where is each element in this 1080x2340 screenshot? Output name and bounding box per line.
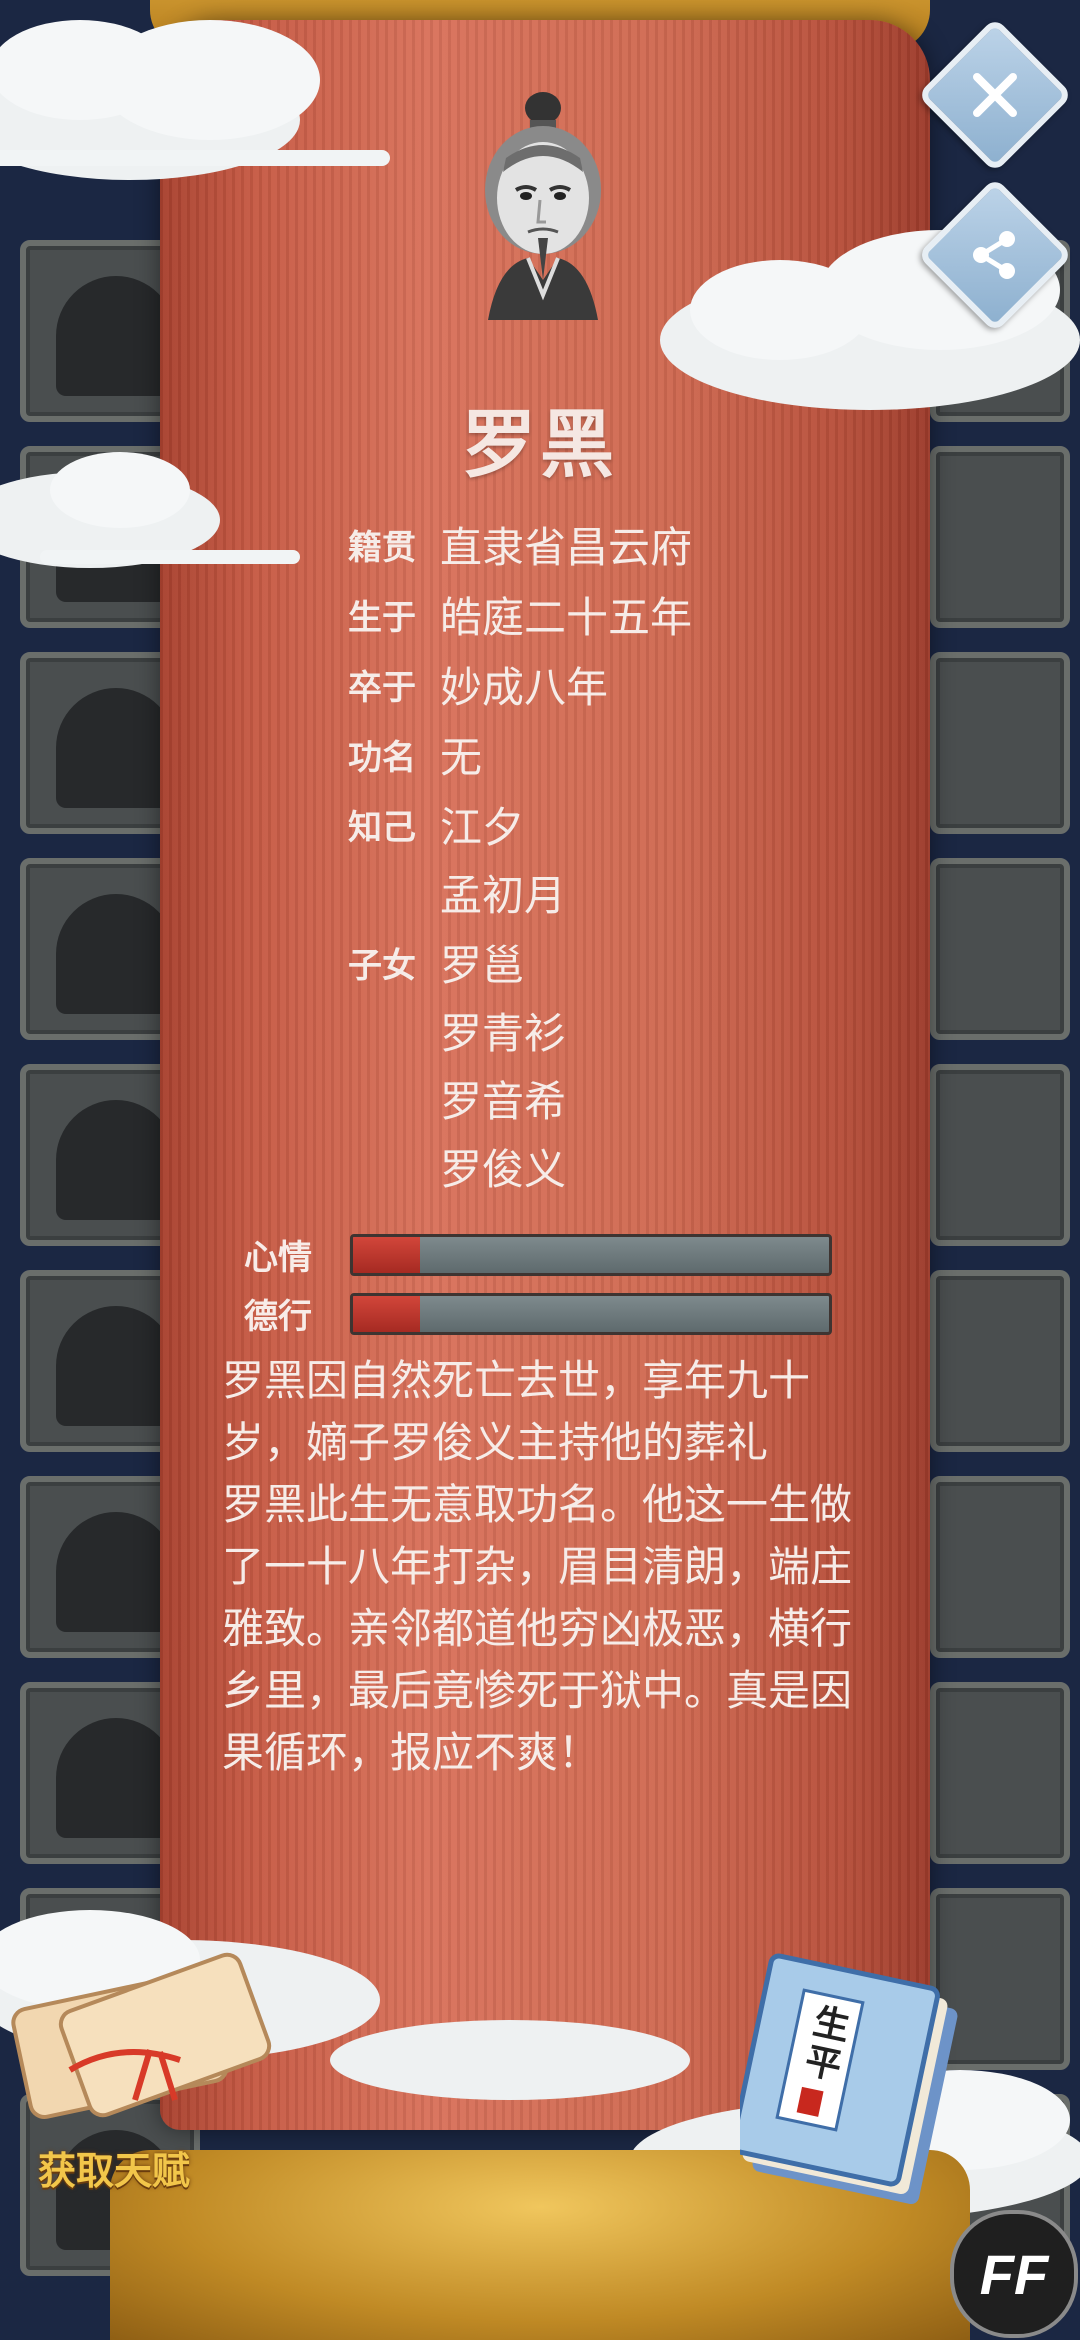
info-died-value: 妙成八年 [440,663,609,712]
get-talent-button[interactable]: 获取天赋 [38,2140,190,2195]
character-portrait [485,92,601,320]
confidant-name: 江夕 [440,803,525,852]
share-icon [973,231,1015,279]
info-rank-label: 功名 [348,738,416,778]
mood-row: 心情 [244,1230,832,1279]
character-info: 籍贯 直隶省昌云府 生于 皓庭二十五年 卒于 妙成八年 功名 无 知己 江夕 孟… [348,520,908,1212]
close-button[interactable] [917,17,1073,173]
info-children-label: 子女 [348,946,416,986]
close-icon [973,73,1017,118]
background-card [930,652,1070,834]
stats-panel: 心情 德行 [244,1230,832,1348]
background-card [930,858,1070,1040]
info-died-row: 卒于 妙成八年 [348,660,908,716]
info-born-label: 生于 [348,598,416,638]
info-born-row: 生于 皓庭二十五年 [348,590,908,646]
confidant-name: 孟初月 [440,871,567,920]
mood-bar-fill [353,1236,420,1273]
child-name: 罗音希 [440,1077,567,1126]
narrative-paragraph: 罗黑此生无意取功名。他这一生做了一十八年打杂，眉目清朗，端庄雅致。亲邻都道他穷凶… [222,1480,853,1777]
info-children-row: 子女 罗邕 罗青衫 罗音希 罗俊义 [348,938,908,1198]
child-name: 罗俊义 [440,1145,567,1194]
background-card [930,1064,1070,1246]
virtue-bar [350,1292,832,1335]
virtue-bar-fill [353,1295,420,1332]
info-rank-value: 无 [440,733,483,782]
info-rank-row: 功名 无 [348,730,908,786]
background-card [930,1270,1070,1452]
cloud-decoration [0,20,390,180]
child-name: 罗邕 [440,941,525,990]
cloud-decoration [0,452,300,568]
child-name: 罗青衫 [440,1009,567,1058]
info-born-value: 皓庭二十五年 [440,593,693,642]
virtue-row: 德行 [244,1289,832,1338]
info-confidants-row: 知己 江夕 孟初月 [348,800,908,924]
info-origin-label: 籍贯 [348,528,416,568]
info-confidants-label: 知己 [348,808,416,848]
virtue-label: 德行 [244,1297,312,1337]
background-card [930,1682,1070,1864]
life-record-book-icon[interactable]: 生 平 [740,1950,970,2210]
mood-bar [350,1233,832,1276]
background-card [930,1476,1070,1658]
get-talent-scroll-icon[interactable] [0,1950,300,2170]
narrative-paragraph: 罗黑因自然死亡去世，享年九十岁，嫡子罗俊义主持他的葬礼 [222,1356,811,1467]
info-origin-row: 籍贯 直隶省昌云府 [348,520,908,576]
fast-forward-button[interactable]: FF [950,2210,1078,2338]
info-origin-value: 直隶省昌云府 [440,523,693,572]
mood-label: 心情 [244,1238,312,1278]
biography-narrative: 罗黑因自然死亡去世，享年九十岁，嫡子罗俊义主持他的葬礼 罗黑此生无意取功名。他这… [222,1350,862,1784]
info-died-label: 卒于 [348,668,416,708]
